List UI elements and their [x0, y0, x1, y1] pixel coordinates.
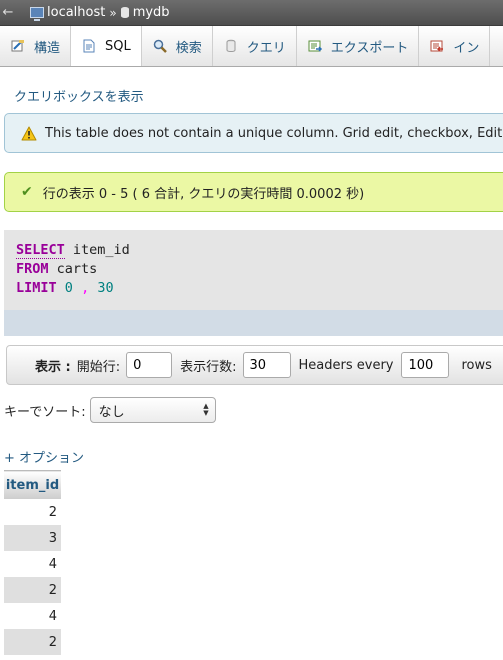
- options-toggle-link[interactable]: + オプション: [4, 447, 84, 466]
- navigation-bar: 表示 : 開始行: 表示行数: Headers every rows: [6, 345, 503, 385]
- success-text: 行の表示 0 - 5 ( 6 合計, クエリの実行時間 0.0002 秒): [42, 186, 365, 202]
- sql-limit-offset: 0: [64, 280, 73, 296]
- table-cell: 2: [4, 499, 61, 525]
- tab-sql-label: SQL: [105, 38, 131, 54]
- breadcrumb-server[interactable]: localhost: [30, 5, 105, 21]
- start-row-input[interactable]: [126, 352, 173, 378]
- headers-every-label: Headers every: [298, 357, 394, 373]
- query-icon: [223, 38, 239, 54]
- notice-message: This table does not contain a unique col…: [4, 113, 503, 153]
- import-icon: [429, 38, 445, 54]
- sort-by-key-row: キーでソート: なし ▲ ▼: [4, 397, 216, 423]
- sql-keyword-select[interactable]: SELECT: [16, 242, 65, 259]
- tab-query-label: クエリ: [246, 40, 286, 56]
- table-cell: 2: [4, 629, 61, 655]
- row-count-label: 表示行数:: [180, 359, 237, 375]
- table-row[interactable]: 4: [4, 603, 61, 629]
- select-arrows-icon: ▲ ▼: [203, 402, 209, 417]
- row-count-input[interactable]: [242, 352, 291, 378]
- sql-from-table: carts: [48, 261, 98, 277]
- sql-box-footer: [4, 310, 503, 336]
- sql-keyword-limit: LIMIT: [16, 280, 57, 296]
- tab-import-label: イン: [453, 40, 480, 56]
- sql-code: SELECT item_id FROM carts LIMIT 0 , 30: [16, 241, 130, 298]
- structure-icon: [10, 38, 26, 54]
- breadcrumb-database-label[interactable]: mydb: [133, 5, 170, 20]
- headers-every-input[interactable]: [401, 352, 450, 378]
- tab-import[interactable]: イン: [419, 26, 491, 66]
- tab-search[interactable]: 検索: [142, 26, 213, 66]
- tab-export-label: エクスポート: [330, 40, 409, 56]
- export-icon: [307, 38, 323, 54]
- breadcrumb-separator: »: [109, 5, 117, 20]
- breadcrumb-server-label[interactable]: localhost: [47, 5, 105, 20]
- table-cell: 4: [4, 603, 61, 629]
- tab-structure-label: 構造: [34, 40, 61, 56]
- table-cell: 3: [4, 525, 61, 551]
- results-table: item_id 2 3 4 2 4 2: [4, 470, 61, 655]
- tab-sql[interactable]: SQL: [71, 26, 142, 66]
- breadcrumb-database[interactable]: mydb: [120, 5, 170, 20]
- table-cell: 4: [4, 551, 61, 577]
- table-row[interactable]: 2: [4, 577, 61, 603]
- sql-keyword-from: FROM: [16, 261, 49, 277]
- table-row[interactable]: 3: [4, 525, 61, 551]
- sql-limit-comma: ,: [81, 280, 90, 296]
- sql-limit-count: 30: [97, 280, 114, 296]
- sort-by-key-label: キーでソート:: [4, 404, 86, 420]
- notice-text: This table does not contain a unique col…: [45, 125, 503, 141]
- tab-query[interactable]: クエリ: [213, 26, 297, 66]
- sql-query-box: SELECT item_id FROM carts LIMIT 0 , 30: [4, 230, 503, 336]
- warning-icon: [21, 126, 37, 141]
- tab-export[interactable]: エクスポート: [297, 26, 420, 66]
- sql-select-columns: item_id: [64, 242, 130, 258]
- back-arrow-icon[interactable]: ←: [0, 5, 16, 20]
- rows-suffix-label: rows: [461, 357, 492, 373]
- sort-by-key-value: なし: [98, 404, 125, 420]
- table-row[interactable]: 2: [4, 499, 61, 525]
- column-header-item-id[interactable]: item_id: [4, 470, 61, 499]
- sort-by-key-select[interactable]: なし ▲ ▼: [89, 397, 216, 423]
- tab-structure[interactable]: 構造: [0, 26, 72, 66]
- check-icon: ✔: [21, 184, 33, 200]
- table-cell: 2: [4, 577, 61, 603]
- success-message: ✔ 行の表示 0 - 5 ( 6 合計, クエリの実行時間 0.0002 秒): [4, 172, 503, 212]
- search-icon: [152, 38, 168, 54]
- tab-search-label: 検索: [175, 40, 202, 56]
- table-row[interactable]: 2: [4, 629, 61, 655]
- table-row[interactable]: 4: [4, 551, 61, 577]
- display-label: 表示 :: [35, 359, 71, 375]
- breadcrumb-bar: ← localhost » mydb: [0, 0, 503, 26]
- tab-bar: 構造 SQL 検索 クエリ エクスポート イン: [0, 26, 503, 67]
- database-icon: [120, 7, 129, 18]
- show-query-box-link[interactable]: クエリボックスを表示: [14, 86, 144, 105]
- sql-icon: [81, 38, 97, 54]
- server-icon: [30, 7, 44, 21]
- start-row-label: 開始行:: [76, 359, 121, 375]
